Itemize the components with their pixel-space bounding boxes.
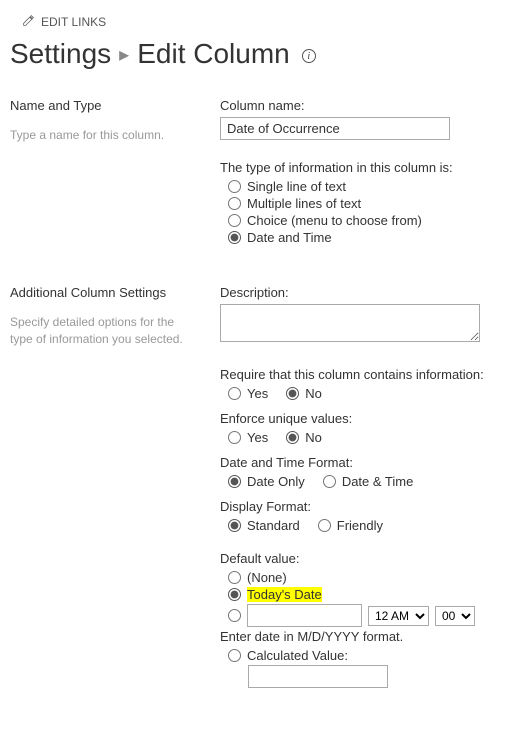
type-multi-radio[interactable] xyxy=(228,197,241,210)
require-no-radio[interactable] xyxy=(286,387,299,400)
date-only-radio[interactable] xyxy=(228,475,241,488)
friendly-radio[interactable] xyxy=(318,519,331,532)
type-multi-label: Multiple lines of text xyxy=(247,196,361,211)
default-none-label: (None) xyxy=(247,570,287,585)
default-hour-select[interactable]: 12 AM xyxy=(368,606,429,626)
default-calculated-label: Calculated Value: xyxy=(247,648,348,663)
default-today-radio[interactable] xyxy=(228,588,241,601)
type-datetime-radio[interactable] xyxy=(228,231,241,244)
unique-yes-radio[interactable] xyxy=(228,431,241,444)
column-name-input[interactable] xyxy=(220,117,450,140)
section-name-type-hint: Type a name for this column. xyxy=(10,127,200,144)
description-textarea[interactable] xyxy=(220,304,480,342)
page-title: Edit Column xyxy=(137,38,290,70)
description-label: Description: xyxy=(220,285,511,300)
info-icon[interactable]: i xyxy=(302,49,316,63)
default-calculated-radio[interactable] xyxy=(228,649,241,662)
require-yes-label: Yes xyxy=(247,386,268,401)
breadcrumb-root[interactable]: Settings xyxy=(10,38,111,70)
require-yes-radio[interactable] xyxy=(228,387,241,400)
unique-yes-label: Yes xyxy=(247,430,268,445)
type-datetime-label: Date and Time xyxy=(247,230,332,245)
calculated-value-input[interactable] xyxy=(248,665,388,688)
enter-date-hint: Enter date in M/D/YYYY format. xyxy=(220,629,511,644)
column-type-label: The type of information in this column i… xyxy=(220,160,511,175)
friendly-label: Friendly xyxy=(337,518,383,533)
default-value-label: Default value: xyxy=(220,551,511,566)
type-choice-label: Choice (menu to choose from) xyxy=(247,213,422,228)
unique-no-radio[interactable] xyxy=(286,431,299,444)
display-format-label: Display Format: xyxy=(220,499,511,514)
chevron-right-icon: ▸ xyxy=(119,42,129,67)
default-today-label: Today's Date xyxy=(247,587,322,602)
require-info-label: Require that this column contains inform… xyxy=(220,367,511,382)
date-only-label: Date Only xyxy=(247,474,305,489)
section-additional-heading: Additional Column Settings xyxy=(10,285,200,300)
standard-radio[interactable] xyxy=(228,519,241,532)
unique-no-label: No xyxy=(305,430,322,445)
type-single-radio[interactable] xyxy=(228,180,241,193)
dt-format-label: Date and Time Format: xyxy=(220,455,511,470)
unique-label: Enforce unique values: xyxy=(220,411,511,426)
section-name-type-heading: Name and Type xyxy=(10,98,200,113)
edit-links-button[interactable]: EDIT LINKS xyxy=(22,14,511,30)
column-name-label: Column name: xyxy=(220,98,511,113)
require-no-label: No xyxy=(305,386,322,401)
section-additional-hint: Specify detailed options for the type of… xyxy=(10,314,200,348)
default-minute-select[interactable]: 00 xyxy=(435,606,475,626)
type-single-label: Single line of text xyxy=(247,179,346,194)
default-custom-radio[interactable] xyxy=(228,609,241,622)
default-none-radio[interactable] xyxy=(228,571,241,584)
pencil-icon xyxy=(22,14,35,30)
breadcrumb: Settings ▸ Edit Column i xyxy=(10,38,511,70)
date-time-radio[interactable] xyxy=(323,475,336,488)
type-choice-radio[interactable] xyxy=(228,214,241,227)
edit-links-label: EDIT LINKS xyxy=(41,15,106,29)
default-custom-date-input[interactable] xyxy=(247,604,362,627)
standard-label: Standard xyxy=(247,518,300,533)
date-time-label: Date & Time xyxy=(342,474,414,489)
